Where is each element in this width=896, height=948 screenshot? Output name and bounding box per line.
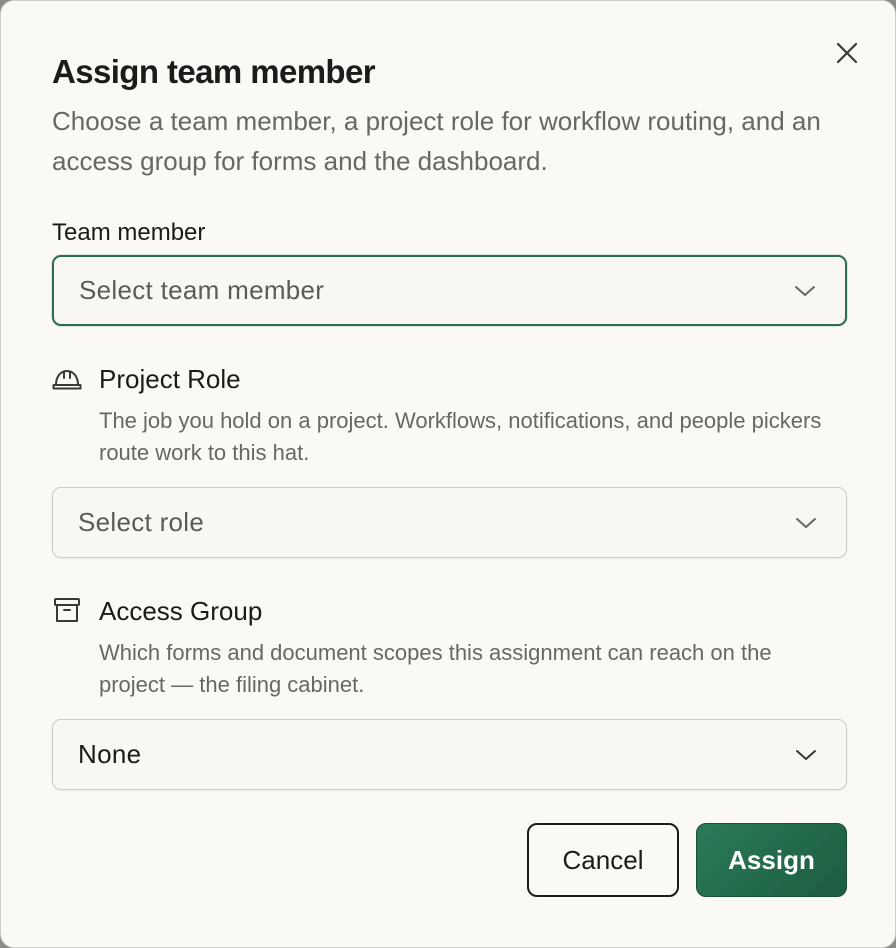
chevron-down-icon — [794, 743, 818, 767]
team-member-select[interactable]: Select team member — [52, 255, 847, 326]
hard-hat-icon — [52, 363, 82, 393]
assign-button[interactable]: Assign — [696, 823, 847, 897]
project-role-title: Project Role — [99, 364, 241, 394]
archive-box-icon — [52, 595, 82, 625]
access-group-description: Which forms and document scopes this ass… — [99, 640, 772, 697]
team-member-select-placeholder: Select team member — [79, 275, 325, 305]
close-button[interactable] — [829, 35, 865, 71]
access-group-title: Access Group — [99, 596, 263, 626]
chevron-down-icon — [793, 279, 817, 303]
project-role-select-placeholder: Select role — [78, 507, 205, 537]
cancel-button[interactable]: Cancel — [527, 823, 679, 897]
access-group-selected-value: None — [78, 739, 142, 769]
close-icon — [836, 42, 858, 64]
project-role-description: The job you hold on a project. Workflows… — [99, 408, 822, 465]
access-group-select[interactable]: None — [52, 719, 847, 790]
assign-team-member-dialog: Assign team member Choose a team member,… — [0, 0, 896, 948]
project-role-select[interactable]: Select role — [52, 487, 847, 558]
dialog-title: Assign team member — [52, 53, 376, 90]
dialog-subtitle: Choose a team member, a project role for… — [52, 106, 821, 176]
team-member-label: Team member — [52, 219, 206, 246]
chevron-down-icon — [794, 511, 818, 535]
